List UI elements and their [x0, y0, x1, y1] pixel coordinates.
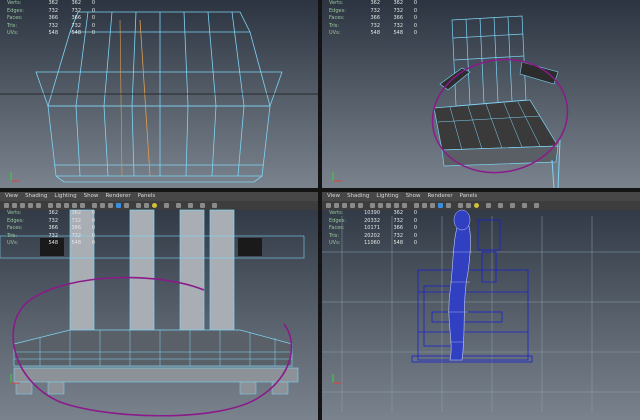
character-mesh — [448, 213, 471, 361]
axis-gizmo-icon — [10, 172, 20, 182]
viewport-divider[interactable] — [318, 0, 322, 420]
viewport-top-right[interactable]: Verts: 362 362 0 Edges: 732 732 0 Faces: 366 366… — [322, 0, 640, 188]
viewport-bottom-right[interactable]: View Shading Lighting Show Renderer Pane… — [322, 192, 640, 420]
axis-gizmo-icon — [332, 374, 342, 384]
viewport-bottom-left[interactable]: View Shading Lighting Show Renderer Pane… — [0, 192, 318, 420]
poly-count-hud: Verts: 362 362 0 Edges: 732 732 0 Faces: 366 366… — [7, 0, 95, 36]
axis-gizmo-icon — [332, 172, 342, 182]
poly-count-hud: Verts: 10390 362 0 Edges: 20332 732 0 Faces: 10… — [329, 210, 417, 246]
axis-gizmo-icon — [10, 374, 20, 384]
poly-count-hud: Verts: 362 362 0 Edges: 732 732 0 Faces: 366 366… — [329, 0, 417, 36]
viewport-top-left[interactable]: Verts: 362 362 0 Edges: 732 732 0 Faces: 366 366… — [0, 0, 318, 188]
maya-four-viewport-layout: Verts: 362 362 0 Edges: 732 732 0 Faces: 366 366… — [0, 0, 640, 420]
poly-count-hud: Verts: 362 362 0 Edges: 732 732 0 Faces: 366 366… — [7, 210, 95, 246]
